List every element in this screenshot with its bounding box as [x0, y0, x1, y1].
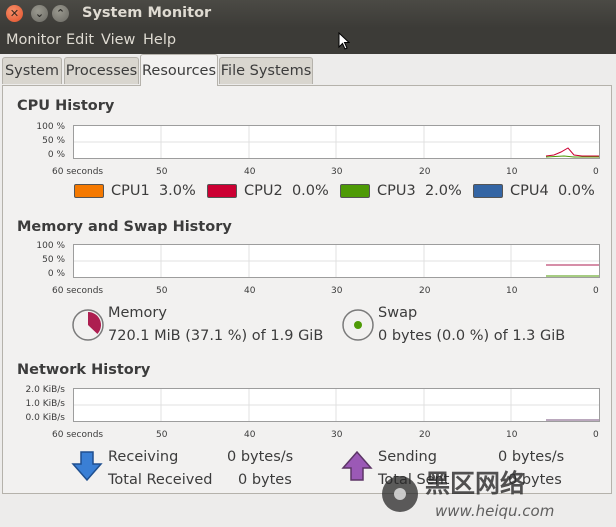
mem-x-label-20: 20: [419, 286, 431, 296]
memory-graph-canvas: [74, 245, 599, 277]
menu-monitor[interactable]: Monitor: [6, 32, 61, 48]
receiving-arrow-icon[interactable]: [71, 450, 103, 482]
cpu-x-label-10: 10: [506, 167, 518, 177]
close-window-button[interactable]: ✕: [6, 5, 23, 22]
cpu-x-label-0: 0: [593, 167, 599, 177]
menu-view[interactable]: View: [101, 32, 135, 48]
tab-strip: System Processes Resources File Systems: [0, 54, 616, 86]
cpu3-color-swatch[interactable]: [340, 184, 370, 198]
client-area: System Processes Resources File Systems …: [0, 54, 616, 527]
watermark-logo-icon: 黑区网络 www.heiqu.com: [382, 469, 554, 520]
resources-panel: CPU History 100 % 50 % 0 % 60 seconds 50…: [2, 85, 612, 494]
net-x-label-10: 10: [506, 430, 518, 440]
menu-help[interactable]: Help: [143, 32, 176, 48]
memory-history-title: Memory and Swap History: [17, 219, 232, 235]
mem-y-label-100: 100 %: [36, 241, 65, 251]
cpu-x-label-30: 30: [331, 167, 343, 177]
window-title: System Monitor: [82, 5, 212, 21]
cpu-y-label-0: 0 %: [47, 150, 65, 160]
maximize-icon: ⌃: [55, 7, 66, 20]
cpu1-label: CPU1 3.0%: [111, 183, 196, 199]
mem-x-label-0: 0: [593, 286, 599, 296]
mem-x-label-30: 30: [331, 286, 343, 296]
swap-pie-icon[interactable]: [341, 308, 375, 342]
mem-x-label-10: 10: [506, 286, 518, 296]
cpu-graph-canvas: [74, 126, 599, 158]
network-history-title: Network History: [17, 362, 151, 378]
minimize-icon: ⌄: [34, 7, 45, 20]
watermark: 黑区网络 www.heiqu.com: [380, 460, 616, 527]
mem-y-label-50: 50 %: [42, 255, 65, 265]
net-x-label-30: 30: [331, 430, 343, 440]
mem-x-label-60: 60 seconds: [52, 286, 104, 296]
minimize-window-button[interactable]: ⌄: [31, 5, 48, 22]
net-x-label-20: 20: [419, 430, 431, 440]
cpu1-color-swatch[interactable]: [74, 184, 104, 198]
watermark-url-text: www.heiqu.com: [435, 502, 554, 520]
cpu4-color-swatch[interactable]: [473, 184, 503, 198]
net-x-label-60: 60 seconds: [52, 430, 104, 440]
cpu2-label: CPU2 0.0%: [244, 183, 329, 199]
cpu-y-label-50: 50 %: [42, 136, 65, 146]
cpu1-line: [545, 147, 599, 157]
swap-value: 0 bytes (0.0 %) of 1.3 GiB: [378, 328, 566, 344]
total-received-value: 0 bytes: [238, 472, 292, 488]
memory-pie-icon[interactable]: [71, 308, 105, 342]
cpu2-color-swatch[interactable]: [207, 184, 237, 198]
cpu-x-label-60: 60 seconds: [52, 167, 104, 177]
cpu-x-label-20: 20: [419, 167, 431, 177]
title-bar: ✕ ⌄ ⌃ System Monitor: [0, 0, 616, 28]
menu-edit[interactable]: Edit: [66, 32, 94, 48]
network-history-graph: [73, 388, 600, 422]
tab-processes[interactable]: Processes: [64, 57, 139, 84]
net-y-label-1: 1.0 KiB/s: [25, 399, 65, 409]
sending-arrow-icon[interactable]: [341, 450, 373, 482]
memory-label: Memory: [108, 305, 167, 321]
total-received-label: Total Received: [108, 472, 213, 488]
network-graph-canvas: [74, 389, 599, 421]
receiving-value: 0 bytes/s: [227, 449, 294, 465]
cpu-history-graph: [73, 125, 600, 159]
mem-y-label-0: 0 %: [47, 269, 65, 279]
cpu-history-title: CPU History: [17, 98, 115, 114]
cpu4-label: CPU4 0.0%: [510, 183, 595, 199]
cpu3-label: CPU3 2.0%: [377, 183, 462, 199]
cpu-y-label-100: 100 %: [36, 122, 65, 132]
tab-system[interactable]: System: [2, 57, 62, 84]
net-y-label-2: 2.0 KiB/s: [25, 385, 65, 395]
watermark-chinese-text: 黑区网络: [425, 469, 525, 498]
memory-history-graph: [73, 244, 600, 278]
memory-value: 720.1 MiB (37.1 %) of 1.9 GiB: [108, 328, 324, 344]
net-x-label-0: 0: [593, 430, 599, 440]
mem-x-label-50: 50: [156, 286, 168, 296]
menu-bar: Monitor Edit View Help: [0, 28, 616, 54]
tab-resources[interactable]: Resources: [140, 54, 218, 86]
receiving-label: Receiving: [108, 449, 179, 465]
net-x-label-40: 40: [244, 430, 256, 440]
net-y-label-0: 0.0 KiB/s: [25, 413, 65, 423]
mouse-cursor-icon: [338, 32, 350, 50]
mem-x-label-40: 40: [244, 286, 256, 296]
cpu-x-label-40: 40: [244, 167, 256, 177]
swap-label: Swap: [378, 305, 418, 321]
maximize-window-button[interactable]: ⌃: [52, 5, 69, 22]
cpu-x-label-50: 50: [156, 167, 168, 177]
net-x-label-50: 50: [156, 430, 168, 440]
tab-file-systems[interactable]: File Systems: [219, 57, 313, 84]
close-icon: ✕: [9, 7, 20, 20]
